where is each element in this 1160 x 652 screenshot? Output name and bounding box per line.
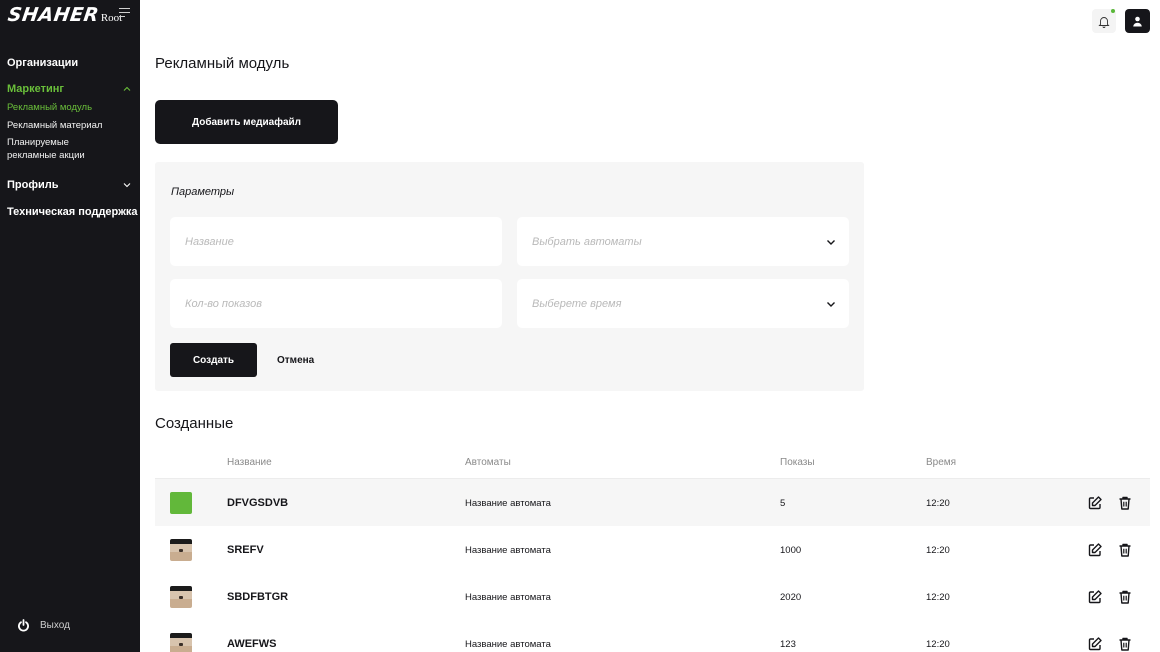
table-row[interactable]: DFVGSDVB Название автомата 5 12:20 [155,479,1150,526]
name-input[interactable] [185,235,490,248]
table-row[interactable]: AWEFWS Название автомата 123 12:20 [155,620,1150,652]
sidebar-item-label: Техническая поддержка [7,206,138,218]
user-icon [1133,16,1142,26]
notification-dot [1111,9,1115,13]
row-name: DFVGSDVB [227,497,289,509]
sidebar-subitem-ad-module[interactable]: Рекламный модуль [7,102,137,115]
notifications-button[interactable] [1092,9,1116,33]
page-title: Рекламный модуль [155,55,290,72]
row-time: 12:20 [926,545,950,556]
edit-icon[interactable] [1087,636,1103,652]
menu-icon[interactable] [119,8,130,18]
add-media-button[interactable]: Добавить медиафайл [155,100,338,144]
trash-icon[interactable] [1117,495,1133,511]
table-row[interactable]: SREFV Название автомата 1000 12:20 [155,526,1150,573]
sidebar-subitem-ad-material[interactable]: Рекламный материал [7,120,137,133]
row-machine: Название автомата [465,639,551,650]
trash-icon[interactable] [1117,589,1133,605]
time-select[interactable]: Выберете время [517,279,849,328]
create-button[interactable]: Создать [170,343,257,377]
sidebar-group-marketing: Маркетинг Рекламный модуль Рекламный мат… [7,82,137,162]
shows-count-field[interactable] [170,279,502,328]
chevron-up-icon [123,86,131,91]
row-shows: 2020 [780,592,802,603]
logo-text: SHAHER [6,4,101,26]
media-thumbnail [170,633,192,652]
logout-label: Выход [40,620,70,631]
row-machine: Название автомата [465,592,551,603]
sidebar-item-label: Профиль [7,179,59,191]
row-shows: 123 [780,639,796,650]
media-thumbnail [170,492,192,514]
row-machine: Название автомата [465,498,551,509]
sidebar-item-label: Организации [7,57,79,69]
table-row[interactable]: SBDFBTGR Название автомата 2020 12:20 [155,573,1150,620]
edit-icon[interactable] [1087,589,1103,605]
machines-select-placeholder: Выбрать автоматы [532,235,642,248]
bell-icon [1098,16,1110,28]
table-header: Название Автоматы Показы Время [155,445,1150,479]
sidebar: SHAHER Root Организации Маркетинг Реклам… [0,0,140,652]
edit-icon[interactable] [1087,542,1103,558]
cancel-button[interactable]: Отмена [277,343,314,377]
row-name: SBDFBTGR [227,591,289,603]
sidebar-item-marketing[interactable]: Маркетинг [7,82,137,96]
column-header-name: Название [227,457,272,468]
created-section-title: Созданные [155,415,234,432]
row-time: 12:20 [926,592,950,603]
column-header-time: Время [926,457,957,468]
sidebar-item-profile[interactable]: Профиль [7,178,137,192]
row-machine: Название автомата [465,545,551,556]
chevron-down-icon [827,301,835,307]
row-time: 12:20 [926,639,950,650]
trash-icon[interactable] [1117,542,1133,558]
created-table: Название Автоматы Показы Время DFVGSDVB … [155,445,1150,652]
form-title: Параметры [171,186,235,198]
time-select-placeholder: Выберете время [532,297,622,310]
logout-button[interactable]: Выход [17,619,70,632]
edit-icon[interactable] [1087,495,1103,511]
sidebar-subitem-planned-campaigns[interactable]: Планируемые рекламные акции [7,137,102,162]
machines-select[interactable]: Выбрать автоматы [517,217,849,266]
media-thumbnail [170,539,192,561]
chevron-down-icon [123,183,131,188]
column-header-machines: Автоматы [465,457,511,468]
user-menu-button[interactable] [1125,9,1150,33]
logo[interactable]: SHAHER Root [6,4,122,26]
row-time: 12:20 [926,498,950,509]
row-shows: 1000 [780,545,802,556]
sidebar-item-organizations[interactable]: Организации [7,56,137,70]
media-thumbnail [170,586,192,608]
sidebar-item-label: Маркетинг [7,83,64,95]
chevron-down-icon [827,239,835,245]
row-name: AWEFWS [227,638,277,650]
name-field[interactable] [170,217,502,266]
column-header-shows: Показы [780,457,815,468]
row-name: SREFV [227,544,264,556]
row-shows: 5 [780,498,786,509]
parameters-form: Параметры Выбрать автоматы Выберете врем… [155,162,864,391]
sidebar-item-support[interactable]: Техническая поддержка [7,205,138,219]
power-icon [18,619,29,632]
shows-count-input[interactable] [185,297,490,310]
trash-icon[interactable] [1117,636,1133,652]
